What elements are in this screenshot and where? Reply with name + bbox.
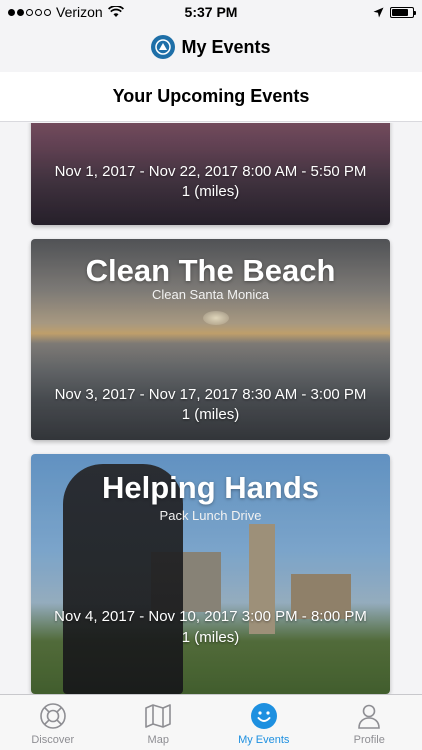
event-dates: Nov 3, 2017 - Nov 17, 2017 8:30 AM - 3:0… [54,386,367,403]
event-dates: Nov 1, 2017 - Nov 22, 2017 8:00 AM - 5:5… [54,163,367,180]
location-arrow-icon [373,7,384,17]
event-title: Helping Hands [101,470,319,505]
tab-my-events[interactable]: My Events [211,695,317,750]
event-list[interactable]: Nov 1, 2017 - Nov 22, 2017 8:00 AM - 5:5… [0,123,422,694]
section-header: Your Upcoming Events [0,72,422,122]
tab-label: Discover [31,734,75,746]
smiley-icon [249,701,279,731]
event-card-helping-hands[interactable]: Helping Hands Pack Lunch Drive Nov 4, 20… [31,454,390,694]
person-icon [354,701,384,731]
status-left: Verizon [8,4,158,20]
tab-discover[interactable]: Discover [0,695,106,750]
tab-label: My Events [238,734,290,746]
event-subtitle: Clean Santa Monica [151,287,270,302]
event-subtitle: Pack Lunch Drive [159,508,262,523]
section-title: Your Upcoming Events [112,86,310,106]
event-card[interactable]: Nov 1, 2017 - Nov 22, 2017 8:00 AM - 5:5… [31,123,390,225]
tab-label: Map [147,734,169,746]
event-distance: 1 (miles) [181,183,240,200]
status-right [264,6,416,18]
tab-map[interactable]: Map [106,695,212,750]
carrier-label: Verizon [56,4,103,20]
event-distance: 1 (miles) [181,406,240,423]
tab-label: Profile [353,734,385,746]
status-bar: Verizon 5:37 PM [0,0,422,24]
page-title: My Events [181,36,271,57]
tab-bar: Discover Map My Events Profile [0,694,422,750]
navigation-bar: My Events [0,24,422,70]
event-dates: Nov 4, 2017 - Nov 10, 2017 3:00 PM - 8:0… [54,608,367,625]
event-distance: 1 (miles) [181,629,240,646]
event-title: Clean The Beach [85,253,336,288]
map-icon [143,701,173,731]
status-time: 5:37 PM [184,4,238,20]
app-logo-icon [151,35,176,59]
wifi-icon [107,6,124,17]
battery-icon [389,6,416,18]
signal-strength-icon [8,8,51,16]
lifebuoy-icon [38,701,68,731]
event-card-clean-the-beach[interactable]: Clean The Beach Clean Santa Monica Nov 3… [31,239,390,440]
battery-fill [391,8,408,16]
tab-profile[interactable]: Profile [317,695,422,750]
